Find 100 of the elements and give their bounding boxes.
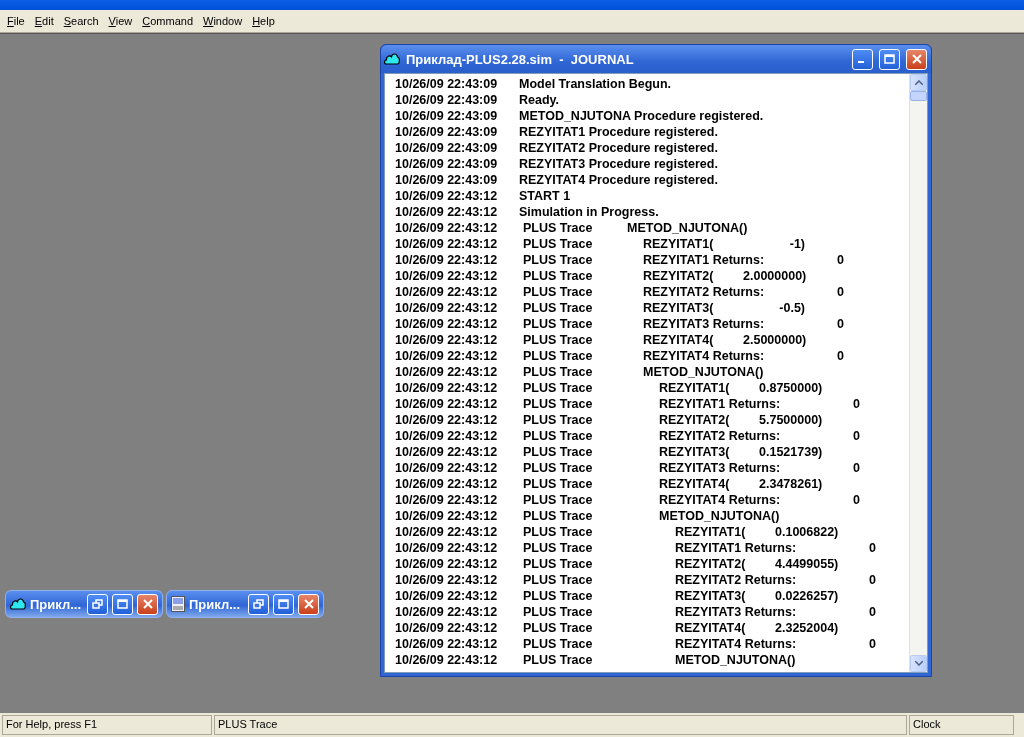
- log-timestamp: 10/26/09 22:43:09: [395, 140, 499, 156]
- log-timestamp: 10/26/09 22:43:12: [395, 572, 499, 588]
- minimized-window[interactable]: Прикл...: [5, 590, 163, 618]
- log-timestamp: 10/26/09 22:43:12: [395, 380, 499, 396]
- procedure-call: REZYITAT3(: [659, 444, 731, 460]
- log-source: PLUS Trace: [523, 636, 594, 652]
- procedure-name: METOD_NJUTONA(): [627, 220, 748, 236]
- minimized-window[interactable]: Прикл...: [166, 590, 324, 618]
- log-timestamp: 10/26/09 22:43:12: [395, 252, 499, 268]
- log-message: REZYITAT3 Procedure registered.: [519, 156, 718, 172]
- status-pane: For Help, press F1: [2, 715, 212, 735]
- restore-icon: [253, 599, 264, 609]
- log-source: PLUS Trace: [523, 332, 594, 348]
- log-source: PLUS Trace: [523, 492, 594, 508]
- log-source: PLUS Trace: [523, 252, 594, 268]
- procedure-call: REZYITAT1(: [675, 524, 747, 540]
- log-timestamp: 10/26/09 22:43:12: [395, 268, 499, 284]
- log-message: START 1: [519, 188, 571, 204]
- return-value: 0: [837, 348, 844, 364]
- menu-item[interactable]: Edit: [29, 13, 59, 29]
- menu-item[interactable]: File: [2, 13, 30, 29]
- log-timestamp: 10/26/09 22:43:12: [395, 492, 499, 508]
- return-value: 0: [853, 492, 860, 508]
- log-source: PLUS Trace: [523, 508, 594, 524]
- log-timestamp: 10/26/09 22:43:12: [395, 284, 499, 300]
- menu-item[interactable]: Window: [198, 13, 248, 29]
- log-source: PLUS Trace: [523, 364, 594, 380]
- minimize-icon: [858, 61, 864, 63]
- log-timestamp: 10/26/09 22:43:12: [395, 300, 499, 316]
- maximize-icon: [884, 54, 895, 64]
- maximize-icon: [117, 599, 128, 609]
- procedure-name: METOD_NJUTONA(): [642, 364, 764, 380]
- log-timestamp: 10/26/09 22:43:12: [395, 556, 499, 572]
- procedure-call: REZYITAT2(: [659, 412, 731, 428]
- procedure-call: REZYITAT3(: [643, 300, 715, 316]
- log-timestamp: 10/26/09 22:43:12: [395, 476, 499, 492]
- log-timestamp: 10/26/09 22:43:12: [395, 188, 499, 204]
- window-title: Прикл...: [189, 596, 242, 612]
- log-timestamp: 10/26/09 22:43:12: [395, 460, 499, 476]
- close-button[interactable]: [298, 593, 319, 615]
- procedure-return: REZYITAT2 Returns:: [675, 572, 798, 588]
- log-timestamp: 10/26/09 22:43:12: [395, 428, 499, 444]
- restore-button[interactable]: [87, 593, 108, 615]
- call-argument: 2.0000000): [743, 268, 805, 284]
- return-value: 0: [853, 460, 860, 476]
- procedure-call: REZYITAT3(: [675, 588, 747, 604]
- scroll-down-button[interactable]: [910, 655, 927, 672]
- log-timestamp: 10/26/09 22:43:12: [395, 332, 499, 348]
- close-icon: [911, 54, 922, 64]
- menu-item[interactable]: Search: [58, 13, 104, 29]
- log-timestamp: 10/26/09 22:43:12: [395, 524, 499, 540]
- log-timestamp: 10/26/09 22:43:12: [395, 540, 499, 556]
- call-argument: 2.3478261): [759, 476, 821, 492]
- procedure-call: REZYITAT1(: [659, 380, 731, 396]
- call-argument: 0.8750000): [759, 380, 821, 396]
- cloud-icon: [10, 597, 26, 611]
- log-source: PLUS Trace: [523, 428, 594, 444]
- procedure-return: REZYITAT1 Returns:: [659, 396, 782, 412]
- return-value: 0: [869, 572, 876, 588]
- maximize-button[interactable]: [879, 48, 900, 70]
- call-argument: 4.4499055): [775, 556, 837, 572]
- log-timestamp: 10/26/09 22:43:09: [395, 156, 499, 172]
- log-timestamp: 10/26/09 22:43:12: [395, 204, 499, 220]
- log-source: PLUS Trace: [523, 444, 594, 460]
- procedure-call: REZYITAT2(: [643, 268, 715, 284]
- log-source: PLUS Trace: [523, 652, 594, 668]
- close-button[interactable]: [137, 593, 158, 615]
- return-value: 0: [837, 252, 844, 268]
- log-timestamp: 10/26/09 22:43:09: [395, 124, 499, 140]
- scroll-up-button[interactable]: [910, 74, 927, 91]
- log-timestamp: 10/26/09 22:43:09: [395, 172, 499, 188]
- call-argument: 0.0226257): [775, 588, 837, 604]
- log-timestamp: 10/26/09 22:43:12: [395, 316, 499, 332]
- log-timestamp: 10/26/09 22:43:12: [395, 508, 499, 524]
- menu-item[interactable]: View: [103, 13, 138, 29]
- close-button[interactable]: [906, 48, 927, 70]
- procedure-return: REZYITAT3 Returns:: [659, 460, 782, 476]
- maximize-icon: [278, 599, 289, 609]
- procedure-name: METOD_NJUTONA(): [674, 652, 796, 668]
- scroll-thumb[interactable]: [910, 91, 927, 101]
- log-message: REZYITAT4 Procedure registered.: [519, 172, 718, 188]
- log-source: PLUS Trace: [523, 236, 594, 252]
- vertical-scrollbar[interactable]: [909, 74, 927, 672]
- log-message: Model Translation Begun.: [519, 76, 672, 92]
- log-source: PLUS Trace: [523, 524, 594, 540]
- menu-item[interactable]: Command: [137, 13, 198, 29]
- maximize-button[interactable]: [273, 593, 294, 615]
- window-title: Прикл...: [30, 596, 83, 612]
- log-timestamp: 10/26/09 22:43:09: [395, 92, 499, 108]
- procedure-return: REZYITAT2 Returns:: [643, 284, 766, 300]
- log-source: PLUS Trace: [523, 316, 594, 332]
- menu-item[interactable]: Help: [247, 13, 280, 29]
- log-timestamp: 10/26/09 22:43:09: [395, 108, 499, 124]
- return-value: 0: [853, 396, 860, 412]
- minimize-button[interactable]: [852, 48, 873, 70]
- log-timestamp: 10/26/09 22:43:12: [395, 444, 499, 460]
- log-source: PLUS Trace: [523, 620, 594, 636]
- maximize-button[interactable]: [112, 593, 133, 615]
- restore-button[interactable]: [248, 593, 269, 615]
- procedure-return: REZYITAT4 Returns:: [675, 636, 798, 652]
